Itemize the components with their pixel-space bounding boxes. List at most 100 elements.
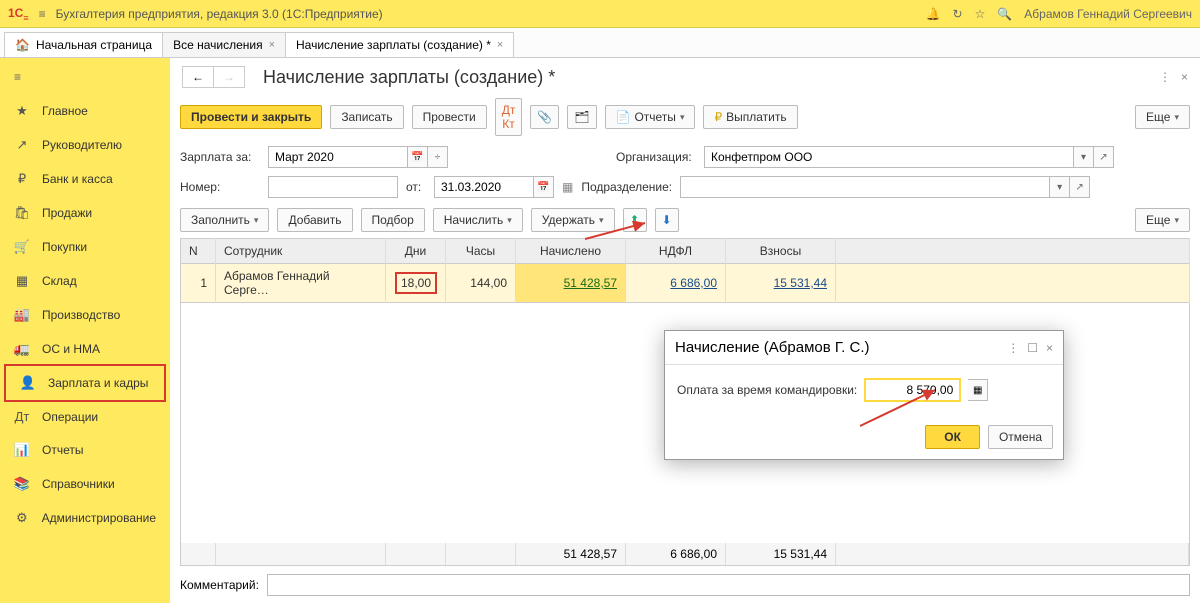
salary-for-label: Зарплата за: <box>180 150 260 164</box>
person-icon: 👤 <box>20 375 36 391</box>
col-n[interactable]: N <box>181 239 216 264</box>
sidebar-item-warehouse[interactable]: ▦Склад <box>0 264 170 298</box>
date-input[interactable] <box>434 176 534 198</box>
forward-button[interactable]: → <box>214 67 244 87</box>
window-title: Бухгалтерия предприятия, редакция 3.0 (1… <box>56 7 926 21</box>
menu-icon[interactable]: ≡ <box>39 7 46 21</box>
sidebar-item-sales[interactable]: 🛍Продажи <box>0 196 170 230</box>
grid-icon: ▦ <box>14 273 30 289</box>
fill-button[interactable]: Заполнить ▾ <box>180 208 269 232</box>
cancel-button[interactable]: Отмена <box>988 425 1053 449</box>
more-button[interactable]: Еще ▾ <box>1135 105 1190 129</box>
dtkt-icon: Дт <box>14 409 30 424</box>
gear-icon: ⚙ <box>14 510 30 526</box>
sidebar-burger-icon[interactable]: ≡ <box>0 66 170 94</box>
cart-icon: 🛒 <box>14 239 30 255</box>
ruble-icon: ₽ <box>14 171 30 187</box>
col-tax[interactable]: НДФЛ <box>626 239 726 264</box>
bell-icon[interactable]: 🔔 <box>926 7 941 21</box>
accrue-button[interactable]: Начислить ▾ <box>433 208 523 232</box>
col-accrued[interactable]: Начислено <box>516 239 626 264</box>
dropdown-icon[interactable]: ▾ <box>1050 176 1070 198</box>
close-page-icon[interactable]: × <box>1181 70 1188 84</box>
add-button[interactable]: Добавить <box>277 208 352 232</box>
number-input[interactable] <box>268 176 398 198</box>
col-emp[interactable]: Сотрудник <box>216 239 386 264</box>
tab-all-accruals[interactable]: Все начисления× <box>162 32 286 57</box>
tab-home[interactable]: 🏠Начальная страница <box>4 32 163 57</box>
maximize-icon[interactable]: ☐ <box>1027 341 1038 355</box>
save-button[interactable]: Записать <box>330 105 403 129</box>
move-up-button[interactable]: ⬆ <box>623 208 647 232</box>
month-input[interactable] <box>268 146 408 168</box>
close-icon[interactable]: × <box>269 39 275 51</box>
page-title: Начисление зарплаты (создание) * <box>263 67 555 88</box>
factory-icon: 🏭 <box>14 307 30 323</box>
sidebar-item-reports[interactable]: 📊Отчеты <box>0 433 170 467</box>
user-name[interactable]: Абрамов Геннадий Сергеевич <box>1024 7 1192 21</box>
close-icon[interactable]: × <box>1046 341 1053 355</box>
app-logo: 1С≡ <box>8 4 29 23</box>
close-icon[interactable]: × <box>497 39 503 51</box>
reports-button[interactable]: 📄 Отчеты ▾ <box>605 105 696 129</box>
pick-button[interactable]: Подбор <box>361 208 425 232</box>
dropdown-icon[interactable]: ▾ <box>1074 146 1094 168</box>
move-down-button[interactable]: ⬇ <box>655 208 679 232</box>
comment-input[interactable] <box>267 574 1190 596</box>
kebab-icon[interactable]: ⋮ <box>1007 341 1019 355</box>
dept-label: Подразделение: <box>581 180 672 194</box>
table-totals: 51 428,57 6 686,00 15 531,44 <box>180 543 1190 566</box>
pay-button[interactable]: ₽ Выплатить <box>703 105 797 129</box>
ok-button[interactable]: ОК <box>925 425 980 449</box>
sidebar-item-operations[interactable]: ДтОперации <box>0 400 170 433</box>
sidebar-item-main[interactable]: ★Главное <box>0 94 170 128</box>
star-icon: ★ <box>14 103 30 119</box>
bag-icon: 🛍 <box>14 205 30 221</box>
history-icon[interactable]: ↻ <box>953 7 963 21</box>
org-label: Организация: <box>616 150 696 164</box>
calendar-icon[interactable]: 📅 <box>408 146 428 168</box>
col-hours[interactable]: Часы <box>446 239 516 264</box>
dept-icon: ▦ <box>562 180 573 194</box>
table-row[interactable]: 1 Абрамов Геннадий Серге… 18,00 144,00 5… <box>181 264 1190 303</box>
dtkt-button[interactable]: ДтКт <box>495 98 523 136</box>
days-highlight: 18,00 <box>395 272 437 294</box>
books-icon: 📚 <box>14 476 30 492</box>
search-icon[interactable]: 🔍 <box>997 7 1012 21</box>
star-icon[interactable]: ☆ <box>975 7 986 21</box>
stepper-icon[interactable]: ÷ <box>428 146 448 168</box>
sidebar-item-refs[interactable]: 📚Справочники <box>0 467 170 501</box>
col-contrib[interactable]: Взносы <box>726 239 836 264</box>
calendar-icon[interactable]: 📅 <box>534 176 554 198</box>
employees-table: N Сотрудник Дни Часы Начислено НДФЛ Взно… <box>180 238 1190 303</box>
sidebar-item-assets[interactable]: 🚛ОС и НМА <box>0 332 170 366</box>
open-icon[interactable]: ↗ <box>1070 176 1090 198</box>
org-input[interactable] <box>704 146 1074 168</box>
from-label: от: <box>406 180 426 194</box>
post-button[interactable]: Провести <box>412 105 487 129</box>
sidebar-item-salary[interactable]: 👤Зарплата и кадры <box>4 364 166 402</box>
kebab-icon[interactable]: ⋮ <box>1159 70 1171 84</box>
sidebar-item-bank[interactable]: ₽Банк и касса <box>0 162 170 196</box>
attach-button[interactable]: 📎 <box>530 105 559 129</box>
nav-arrows: ← → <box>182 66 245 88</box>
tab-accrual-create[interactable]: Начисление зарплаты (создание) *× <box>285 32 514 57</box>
sidebar-item-manager[interactable]: ↗Руководителю <box>0 128 170 162</box>
trip-pay-input[interactable] <box>865 379 960 401</box>
open-icon[interactable]: ↗ <box>1094 146 1114 168</box>
truck-icon: 🚛 <box>14 341 30 357</box>
sidebar-item-production[interactable]: 🏭Производство <box>0 298 170 332</box>
back-button[interactable]: ← <box>183 67 214 87</box>
sidebar-item-purchases[interactable]: 🛒Покупки <box>0 230 170 264</box>
comment-label: Комментарий: <box>180 578 259 592</box>
deduct-button[interactable]: Удержать ▾ <box>531 208 615 232</box>
calc-icon[interactable]: ▦ <box>968 379 988 401</box>
dept-input[interactable] <box>680 176 1050 198</box>
col-days[interactable]: Дни <box>386 239 446 264</box>
post-close-button[interactable]: Провести и закрыть <box>180 105 322 129</box>
accrual-dialog: Начисление (Абрамов Г. С.) ⋮ ☐ × Оплата … <box>664 330 1064 460</box>
sidebar-item-admin[interactable]: ⚙Администрирование <box>0 501 170 535</box>
more-table-button[interactable]: Еще ▾ <box>1135 208 1190 232</box>
struct-button[interactable]: 🗂 <box>567 105 596 129</box>
trip-pay-label: Оплата за время командировки: <box>677 383 857 397</box>
